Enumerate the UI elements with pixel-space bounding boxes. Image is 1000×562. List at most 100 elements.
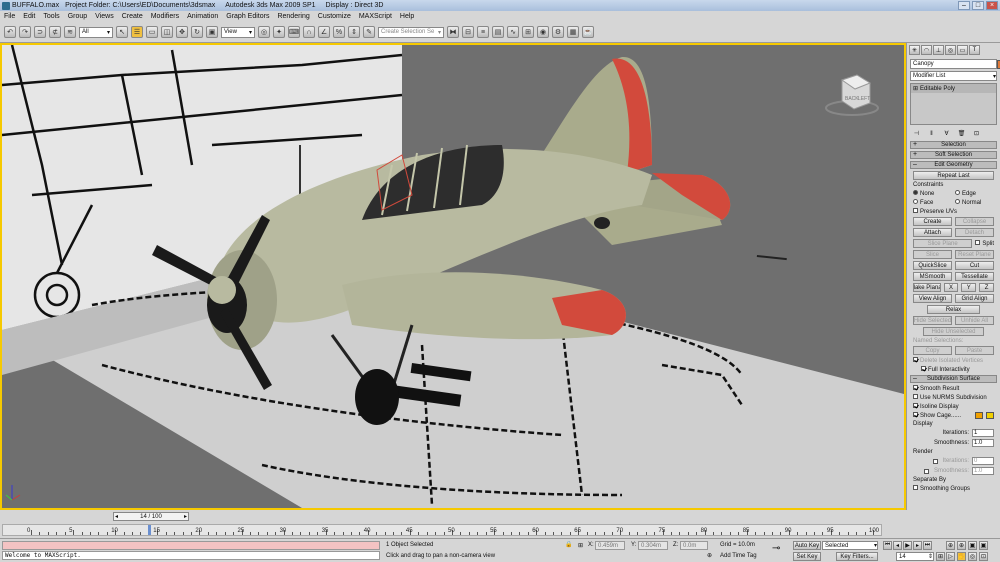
time-config-icon[interactable]: ⊞	[936, 552, 945, 561]
configure-sets-icon[interactable]: ⊡	[971, 129, 982, 138]
current-frame-field[interactable]: 14 ⇕	[896, 552, 934, 561]
rollout-edit-geometry[interactable]: – Edit Geometry	[910, 161, 997, 169]
preserve-uvs-checkbox[interactable]: Preserve UVs	[913, 208, 957, 215]
smoothness-display-spinner[interactable]: 1.0	[972, 439, 994, 447]
redo-icon[interactable]: ↷	[19, 26, 31, 38]
smoothing-groups-checkbox[interactable]: Smoothing Groups	[913, 485, 970, 492]
grid-align-button[interactable]: Grid Align	[955, 294, 994, 303]
constraint-edge[interactable]: Edge	[955, 190, 994, 197]
iterations-display-spinner[interactable]: 1	[972, 429, 994, 437]
named-selection-set-dropdown[interactable]: Create Selection Se ▾	[378, 26, 444, 38]
z-coord-field[interactable]: 0.0m	[680, 541, 708, 550]
select-link-icon[interactable]: ⊃	[34, 26, 46, 38]
reference-coordinate-dropdown[interactable]: View ▾	[221, 26, 255, 38]
go-to-end-icon[interactable]: ⏭	[923, 541, 932, 550]
scale-icon[interactable]: ▣	[206, 26, 218, 38]
set-key-button[interactable]: Set Key	[793, 552, 821, 561]
detach-button[interactable]: Detach	[955, 228, 994, 237]
time-next-arrow-icon[interactable]: ▸	[184, 513, 187, 520]
trackbar[interactable]	[2, 524, 882, 536]
make-planar-button[interactable]: Make Planar	[913, 283, 941, 292]
angle-snap-icon[interactable]: ∠	[318, 26, 330, 38]
view-align-button[interactable]: View Align	[913, 294, 952, 303]
planar-z-button[interactable]: Z	[979, 283, 994, 292]
auto-key-button[interactable]: Auto Key	[793, 541, 821, 550]
rollout-selection[interactable]: + Selection	[910, 141, 997, 149]
render-production-icon[interactable]: ☕	[582, 26, 594, 38]
quickslice-button[interactable]: QuickSlice	[913, 261, 952, 270]
menu-graph-editors[interactable]: Graph Editors	[226, 13, 269, 20]
modify-tab-icon[interactable]: ◠	[921, 45, 932, 55]
full-interactivity-checkbox[interactable]: Full Interactivity	[921, 366, 970, 373]
selection-filter-dropdown[interactable]: All ▾	[79, 26, 113, 38]
tessellate-button[interactable]: Tessellate	[955, 272, 994, 281]
paste-button[interactable]: Paste	[955, 346, 994, 355]
bind-space-warp-icon[interactable]: ≋	[64, 26, 76, 38]
constraint-normal[interactable]: Normal	[955, 199, 994, 206]
add-time-tag[interactable]: Add Time Tag	[720, 553, 757, 559]
create-button[interactable]: Create	[913, 217, 952, 226]
menu-edit[interactable]: Edit	[23, 13, 35, 20]
cage-color-swatch-1[interactable]	[975, 412, 983, 419]
isoline-display-checkbox[interactable]: Isoline Display	[913, 403, 959, 410]
material-editor-icon[interactable]: ◉	[537, 26, 549, 38]
lock-selection-icon[interactable]: 🔒	[565, 541, 572, 548]
menu-file[interactable]: File	[4, 13, 15, 20]
msmooth-button[interactable]: MSmooth	[913, 272, 952, 281]
y-coord-field[interactable]: 0.304m	[638, 541, 668, 550]
motion-tab-icon[interactable]: ◎	[945, 45, 956, 55]
time-tag-icon[interactable]: ⊕	[707, 552, 712, 559]
unlink-icon[interactable]: ⊄	[49, 26, 61, 38]
rendered-frame-icon[interactable]: ▦	[567, 26, 579, 38]
unhide-all-button[interactable]: Unhide All	[955, 316, 994, 325]
zoom-extents-icon[interactable]: ▣	[968, 541, 977, 550]
percent-snap-icon[interactable]: %	[333, 26, 345, 38]
select-by-name-icon[interactable]: ☰	[131, 26, 143, 38]
modifier-list-dropdown[interactable]: Modifier List ▾	[910, 71, 997, 81]
rect-selection-icon[interactable]: ▭	[146, 26, 158, 38]
smoothness-render-spinner[interactable]: 1.0	[972, 467, 994, 475]
menu-maxscript[interactable]: MAXScript	[359, 13, 392, 20]
split-checkbox[interactable]: Split	[975, 240, 994, 247]
spinner-snap-icon[interactable]: ⇕	[348, 26, 360, 38]
repeat-last-button[interactable]: Repeat Last	[913, 171, 994, 180]
zoom-all-icon[interactable]: ⊕	[957, 541, 966, 550]
keyboard-shortcut-icon[interactable]: ⌨	[288, 26, 300, 38]
pivot-center-icon[interactable]: ◎	[258, 26, 270, 38]
undo-icon[interactable]: ↶	[4, 26, 16, 38]
auto-key-selection-dropdown[interactable]: Selected ▾	[822, 541, 878, 550]
viewcube[interactable]: BACK LEFT	[825, 74, 879, 116]
menu-rendering[interactable]: Rendering	[277, 13, 309, 20]
snap-toggle-icon[interactable]: ∩	[303, 26, 315, 38]
go-to-start-icon[interactable]: ⏮	[883, 541, 892, 550]
object-name-field[interactable]: Canopy	[910, 59, 1000, 69]
maximize-viewport-icon[interactable]: ⊡	[979, 552, 988, 561]
use-nurms-checkbox[interactable]: Use NURMS Subdivision	[913, 394, 987, 401]
key-filters-button[interactable]: Key Filters...	[836, 552, 878, 561]
relax-button[interactable]: Relax	[927, 305, 980, 314]
pan-view-icon[interactable]: ✋	[957, 552, 966, 561]
menu-tools[interactable]: Tools	[43, 13, 59, 20]
reset-plane-button[interactable]: Reset Plane	[955, 250, 994, 259]
mirror-icon[interactable]: ⧓	[447, 26, 459, 38]
menu-customize[interactable]: Customize	[318, 13, 351, 20]
previous-frame-icon[interactable]: ◂	[893, 541, 902, 550]
menu-views[interactable]: Views	[95, 13, 114, 20]
hide-selected-button[interactable]: Hide Selected	[913, 316, 952, 325]
cage-color-swatch-2[interactable]	[986, 412, 994, 419]
menu-group[interactable]: Group	[68, 13, 87, 20]
delete-isolated-checkbox[interactable]: Delete Isolated Vertices	[913, 357, 983, 364]
menu-modifiers[interactable]: Modifiers	[151, 13, 179, 20]
remove-modifier-icon[interactable]: 🗑	[956, 129, 967, 138]
maximize-button[interactable]: □	[972, 1, 984, 10]
iterations-render-spinner[interactable]: 0	[972, 457, 994, 465]
copy-button[interactable]: Copy	[913, 346, 952, 355]
perspective-viewport[interactable]: BACK LEFT	[0, 43, 906, 510]
stack-item-editable-poly[interactable]: ⊞ Editable Poly	[911, 84, 996, 93]
smooth-result-checkbox[interactable]: Smooth Result	[913, 385, 959, 392]
rollout-soft-selection[interactable]: + Soft Selection	[910, 151, 997, 159]
close-button[interactable]: ×	[986, 1, 998, 10]
rollout-subdivision-surface[interactable]: – Subdivision Surface	[910, 375, 997, 383]
play-icon[interactable]: ▶	[903, 541, 912, 550]
planar-y-button[interactable]: Y	[961, 283, 977, 292]
